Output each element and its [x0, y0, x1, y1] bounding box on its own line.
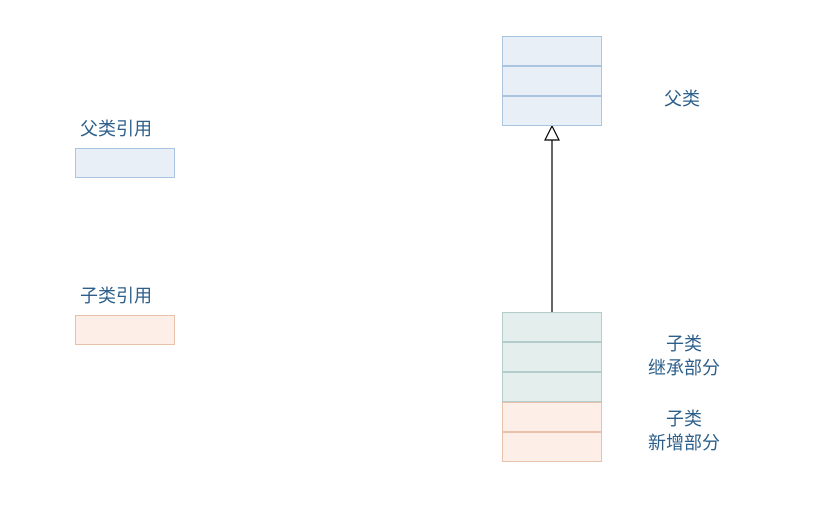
child-reference-box — [75, 315, 175, 345]
child-reference-label: 子类引用 — [80, 282, 152, 308]
parent-class-row-3 — [502, 96, 602, 126]
parent-class-row-1 — [502, 36, 602, 66]
child-inherit-label: 子类 继承部分 — [648, 332, 720, 381]
child-inherit-row-2 — [502, 342, 602, 372]
parent-reference-box — [75, 148, 175, 178]
child-new-label: 子类 新增部分 — [648, 407, 720, 456]
child-new-row-1 — [502, 402, 602, 432]
child-new-row-2 — [502, 432, 602, 462]
inheritance-arrow-icon — [542, 126, 562, 316]
child-inherit-row-3 — [502, 372, 602, 402]
parent-reference-label: 父类引用 — [80, 115, 152, 141]
child-inherit-row-1 — [502, 312, 602, 342]
parent-class-row-2 — [502, 66, 602, 96]
parent-class-label: 父类 — [664, 85, 700, 111]
